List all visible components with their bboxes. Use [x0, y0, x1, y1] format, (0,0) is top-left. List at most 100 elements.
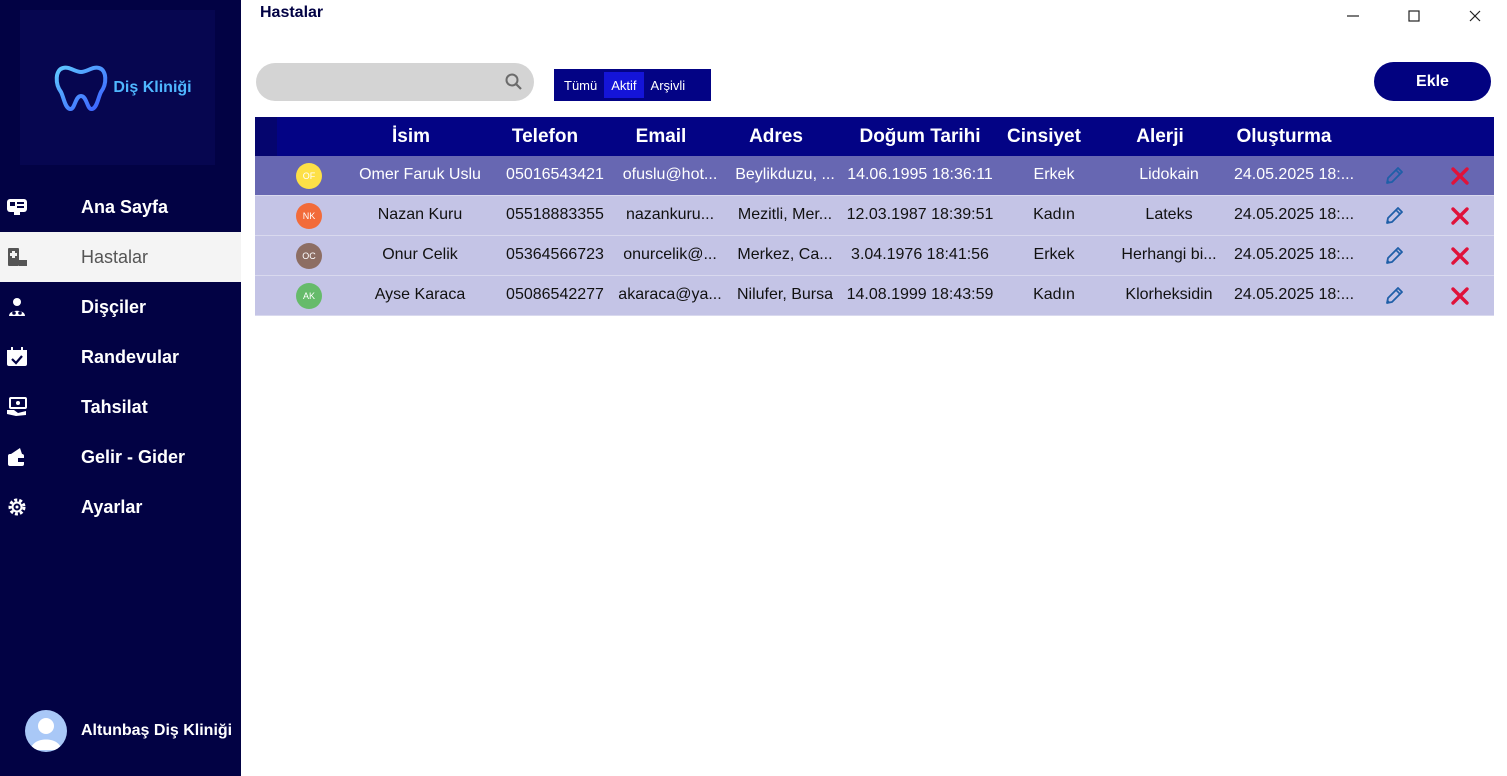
cell-allergy: Lateks [1145, 206, 1193, 223]
doctor-icon [6, 297, 28, 317]
cell-email: onurcelik@... [623, 246, 717, 263]
cell-name: Nazan Kuru [377, 206, 463, 223]
dashboard-icon [6, 197, 28, 217]
sidebar-item-label: Tahsilat [81, 396, 148, 417]
edit-icon[interactable] [1383, 205, 1405, 227]
user-name: Altunbaş Diş Kliniği [81, 722, 233, 739]
maximize-icon [1408, 10, 1420, 22]
logo: Diş Kliniği [20, 10, 215, 165]
table-row[interactable]: OF Omer Faruk Uslu 05016543421 ofuslu@hot..… [255, 156, 1494, 196]
delete-icon[interactable] [1449, 285, 1471, 307]
maximize-button[interactable] [1404, 6, 1424, 26]
minimize-icon [1347, 15, 1359, 17]
cell-address: Merkez, Ca... [737, 246, 833, 263]
cell-name: Ayse Karaca [374, 286, 466, 303]
add-patient-button[interactable]: Ekle [1374, 62, 1491, 101]
edit-icon[interactable] [1383, 245, 1405, 267]
cell-created: 24.05.2025 18:... [1233, 166, 1355, 183]
patient-avatar: AK [296, 283, 322, 309]
patient-icon [6, 247, 28, 267]
cell-phone: 05016543421 [506, 166, 604, 183]
sidebar-item-ana-sayfa[interactable]: Ana Sayfa [0, 182, 241, 232]
sidebar-item-ayarlar[interactable]: Ayarlar [0, 482, 241, 532]
cell-birth-date: 3.04.1976 18:41:56 [851, 246, 989, 263]
header-corner [255, 117, 277, 156]
column-header-adres[interactable]: Adres [749, 126, 803, 148]
cell-birth-date: 14.08.1999 18:43:59 [846, 286, 994, 303]
close-button[interactable] [1465, 6, 1485, 26]
cell-gender: Erkek [1033, 166, 1075, 183]
logo-text: Diş Kliniği [113, 78, 192, 96]
avatar [25, 710, 67, 752]
status-filter: Tümü Aktif Arşivli [554, 69, 711, 101]
cell-birth-date: 14.06.1995 18:36:11 [847, 166, 993, 183]
table-body: OF Omer Faruk Uslu 05016543421 ofuslu@hot..… [255, 156, 1494, 316]
patient-avatar: OF [296, 163, 322, 189]
column-header-olusturma[interactable]: Oluşturma [1236, 126, 1331, 148]
cell-phone: 05364566723 [506, 246, 604, 263]
column-header-cinsiyet[interactable]: Cinsiyet [1007, 126, 1081, 148]
user-profile[interactable]: Altunbaş Diş Kliniği [25, 710, 232, 752]
cell-email: nazankuru... [625, 206, 715, 223]
cell-address: Beylikduzu, ... [735, 166, 835, 183]
cell-created: 24.05.2025 18:... [1233, 246, 1355, 263]
cell-email: akaraca@ya... [618, 286, 722, 303]
cell-gender: Erkek [1033, 246, 1075, 263]
cell-name: Onur Celik [382, 246, 458, 263]
cell-address: Nilufer, Bursa [736, 286, 834, 303]
sidebar-item-label: Ayarlar [81, 496, 143, 517]
edit-icon[interactable] [1383, 285, 1405, 307]
table-row[interactable]: AK Ayse Karaca 05086542277 akaraca@ya... Nil… [255, 276, 1494, 316]
sidebar-item-tahsilat[interactable]: Tahsilat [0, 382, 241, 432]
table-header: İsim Telefon Email Adres Doğum Tarihi Ci… [255, 117, 1494, 156]
sidebar-item-label: Dişçiler [81, 296, 147, 317]
cell-created: 24.05.2025 18:... [1233, 206, 1355, 223]
close-icon [1469, 10, 1481, 22]
delete-icon[interactable] [1449, 165, 1471, 187]
cell-email: ofuslu@hot... [622, 166, 718, 183]
delete-icon[interactable] [1449, 205, 1471, 227]
tooth-logo-icon [55, 65, 108, 111]
cell-birth-date: 12.03.1987 18:39:51 [846, 206, 994, 223]
column-header-isim[interactable]: İsim [392, 126, 430, 148]
edit-icon[interactable] [1383, 165, 1405, 187]
column-header-email[interactable]: Email [636, 126, 687, 148]
wallet-icon [6, 447, 28, 467]
sidebar-item-disciler[interactable]: Dişçiler [0, 282, 241, 332]
cell-allergy: Lidokain [1139, 166, 1199, 183]
column-header-telefon[interactable]: Telefon [512, 126, 578, 148]
column-header-alerji[interactable]: Alerji [1136, 126, 1184, 148]
search-icon[interactable] [504, 72, 524, 92]
cell-name: Omer Faruk Uslu [359, 166, 481, 183]
sidebar-item-hastalar[interactable]: Hastalar [0, 232, 241, 282]
sidebar-item-gelir-gider[interactable]: Gelir - Gider [0, 432, 241, 482]
table-row[interactable]: OC Onur Celik 05364566723 onurcelik@... Merk… [255, 236, 1494, 276]
patient-avatar: NK [296, 203, 322, 229]
cell-gender: Kadın [1033, 286, 1075, 303]
cell-phone: 05086542277 [506, 286, 604, 303]
delete-icon[interactable] [1449, 245, 1471, 267]
filter-tumu[interactable]: Tümü [557, 72, 604, 98]
cell-gender: Kadın [1033, 206, 1075, 223]
sidebar: Diş Kliniği Ana Sayfa Hastalar Dişçiler [0, 0, 241, 776]
cell-created: 24.05.2025 18:... [1233, 286, 1355, 303]
filter-aktif[interactable]: Aktif [604, 72, 644, 98]
minimize-button[interactable] [1343, 6, 1363, 26]
sidebar-item-label: Ana Sayfa [81, 196, 169, 217]
payment-icon [6, 397, 28, 417]
sidebar-item-label: Randevular [81, 346, 180, 367]
filter-arsivli[interactable]: Arşivli [644, 72, 693, 98]
cell-allergy: Klorheksidin [1125, 286, 1213, 303]
cell-allergy: Herhangi bi... [1121, 246, 1217, 263]
column-header-dogum-tarihi[interactable]: Doğum Tarihi [859, 126, 980, 148]
cell-phone: 05518883355 [506, 206, 604, 223]
cell-address: Mezitli, Mer... [737, 206, 833, 223]
table-row[interactable]: NK Nazan Kuru 05518883355 nazankuru... Mezit… [255, 196, 1494, 236]
settings-icon [6, 497, 28, 517]
patients-table: İsim Telefon Email Adres Doğum Tarihi Ci… [255, 117, 1494, 316]
sidebar-item-label: Hastalar [81, 246, 149, 267]
sidebar-item-label: Gelir - Gider [81, 446, 186, 467]
window-title: Hastalar [260, 4, 324, 21]
sidebar-item-randevular[interactable]: Randevular [0, 332, 241, 382]
search-input[interactable] [256, 63, 534, 101]
